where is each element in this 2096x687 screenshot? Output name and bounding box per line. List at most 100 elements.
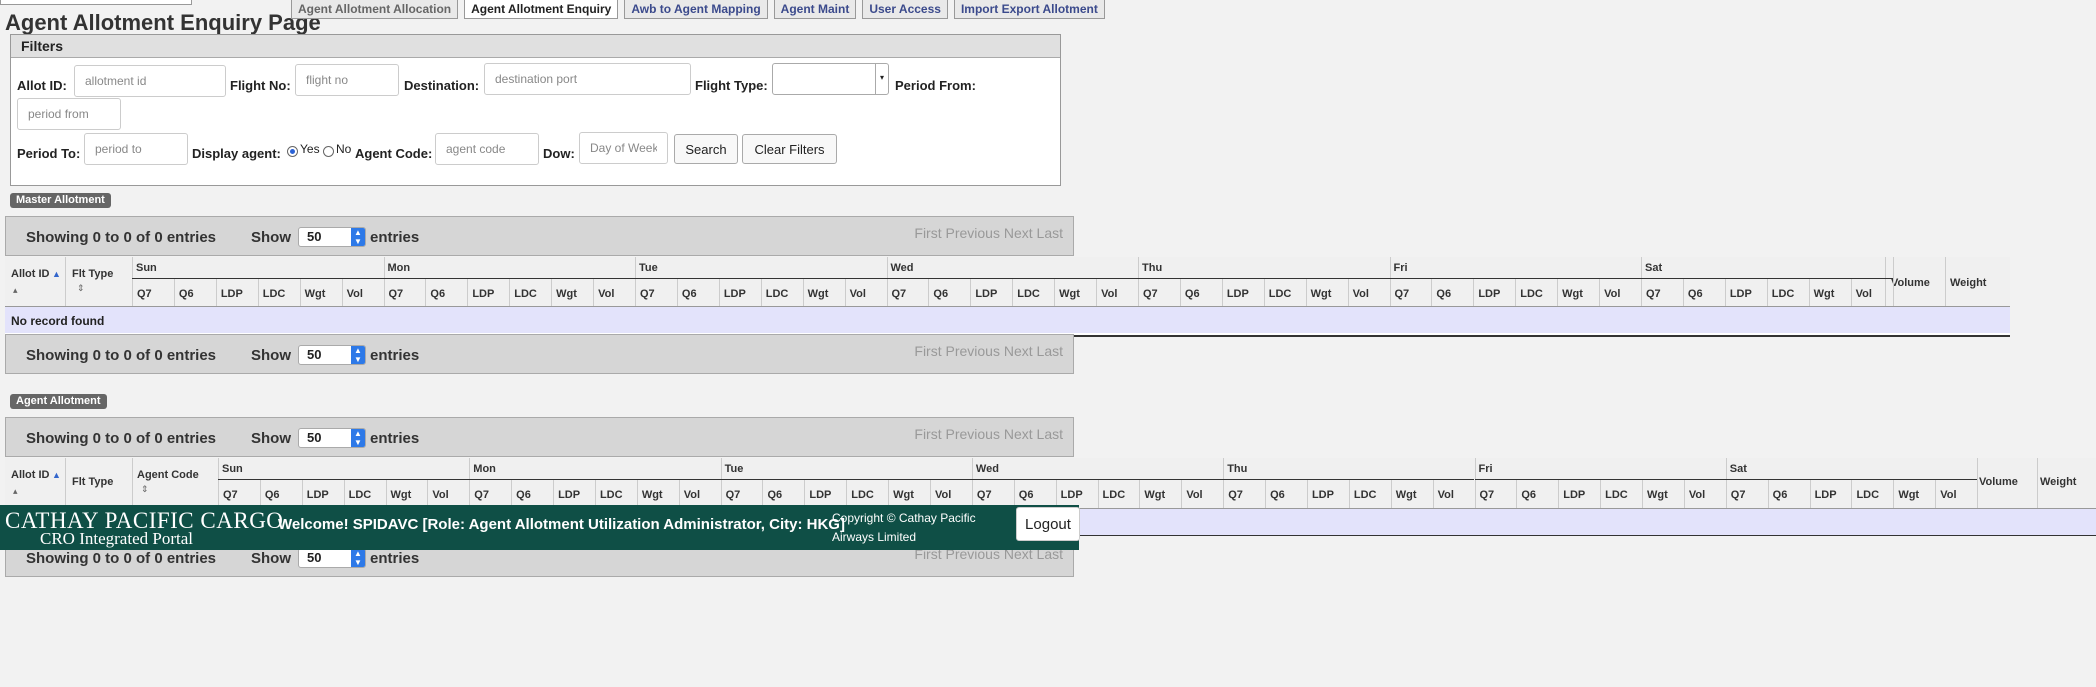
subcol-q6[interactable]: Q6: [933, 288, 948, 300]
subcol-vol[interactable]: Vol: [1438, 489, 1454, 501]
col-volume[interactable]: Volume: [1979, 476, 2018, 488]
subcol-q7[interactable]: Q7: [1731, 489, 1746, 501]
period-from-input[interactable]: [17, 98, 121, 130]
subcol-q6[interactable]: Q6: [682, 288, 697, 300]
subcol-q6[interactable]: Q6: [1019, 489, 1034, 501]
col-weight[interactable]: Weight: [2040, 476, 2076, 488]
dow-input[interactable]: [579, 132, 668, 164]
subcol-wgt[interactable]: Wgt: [1144, 489, 1165, 501]
tab-agent-maint[interactable]: Agent Maint: [773, 0, 857, 19]
subcol-wgt[interactable]: Wgt: [1396, 489, 1417, 501]
destination-input[interactable]: [484, 63, 691, 95]
subcol-ldp[interactable]: LDP: [472, 288, 494, 300]
subcol-wgt[interactable]: Wgt: [893, 489, 914, 501]
flight-type-select[interactable]: ▾: [772, 63, 889, 95]
subcol-q7[interactable]: Q7: [977, 489, 992, 501]
tab-awb-to-agent-mapping[interactable]: Awb to Agent Mapping: [624, 0, 768, 19]
subcol-ldp[interactable]: LDP: [1563, 489, 1585, 501]
subcol-q6[interactable]: Q6: [179, 288, 194, 300]
master-pager-bottom[interactable]: First Previous Next Last: [914, 343, 1063, 359]
subcol-vol[interactable]: Vol: [1186, 489, 1202, 501]
subcol-vol[interactable]: Vol: [347, 288, 363, 300]
subcol-q7[interactable]: Q7: [1143, 288, 1158, 300]
subcol-q6[interactable]: Q6: [1270, 489, 1285, 501]
logout-button[interactable]: Logout: [1016, 507, 1080, 541]
subcol-q6[interactable]: Q6: [265, 489, 280, 501]
subcol-ldc[interactable]: LDC: [1354, 489, 1377, 501]
subcol-ldp[interactable]: LDP: [1227, 288, 1249, 300]
subcol-wgt[interactable]: Wgt: [556, 288, 577, 300]
subcol-ldc[interactable]: LDC: [1520, 288, 1543, 300]
tab-import-export-allotment[interactable]: Import Export Allotment: [953, 0, 1105, 19]
subcol-ldp[interactable]: LDP: [1815, 489, 1837, 501]
subcol-ldc[interactable]: LDC: [600, 489, 623, 501]
col-allot-id[interactable]: Allot ID: [11, 469, 50, 481]
subcol-ldp[interactable]: LDP: [975, 288, 997, 300]
subcol-ldc[interactable]: LDC: [851, 489, 874, 501]
subcol-vol[interactable]: Vol: [684, 489, 700, 501]
subcol-vol[interactable]: Vol: [1353, 288, 1369, 300]
subcol-q7[interactable]: Q7: [640, 288, 655, 300]
col-agent-code[interactable]: Agent Code: [137, 469, 199, 481]
subcol-ldc[interactable]: LDC: [1605, 489, 1628, 501]
tab-user-access[interactable]: User Access: [862, 0, 948, 19]
subcol-q6[interactable]: Q6: [1185, 288, 1200, 300]
subcol-ldp[interactable]: LDP: [558, 489, 580, 501]
tab-agent-allotment-enquiry[interactable]: Agent Allotment Enquiry: [464, 0, 619, 19]
subcol-ldp[interactable]: LDP: [221, 288, 243, 300]
tab-agent-allotment-allocation[interactable]: Agent Allotment Allocation: [291, 0, 459, 19]
col-volume[interactable]: Volume: [1891, 277, 1930, 289]
search-button[interactable]: Search: [674, 134, 738, 164]
subcol-ldp[interactable]: LDP: [724, 288, 746, 300]
subcol-wgt[interactable]: Wgt: [1814, 288, 1835, 300]
subcol-ldp[interactable]: LDP: [307, 489, 329, 501]
subcol-ldp[interactable]: LDP: [1478, 288, 1500, 300]
subcol-wgt[interactable]: Wgt: [1059, 288, 1080, 300]
subcol-wgt[interactable]: Wgt: [391, 489, 412, 501]
subcol-q6[interactable]: Q6: [1773, 489, 1788, 501]
subcol-q6[interactable]: Q6: [1436, 288, 1451, 300]
subcol-ldp[interactable]: LDP: [1312, 489, 1334, 501]
subcol-q6[interactable]: Q6: [767, 489, 782, 501]
subcol-vol[interactable]: Vol: [1940, 489, 1956, 501]
subcol-q6[interactable]: Q6: [1521, 489, 1536, 501]
subcol-wgt[interactable]: Wgt: [642, 489, 663, 501]
subcol-wgt[interactable]: Wgt: [305, 288, 326, 300]
agent-code-input[interactable]: [435, 133, 539, 165]
master-page-length-select-top[interactable]: 50 ▲ ▼: [298, 227, 366, 247]
subcol-wgt[interactable]: Wgt: [1311, 288, 1332, 300]
subcol-wgt[interactable]: Wgt: [1562, 288, 1583, 300]
subcol-q7[interactable]: Q7: [1646, 288, 1661, 300]
subcol-ldc[interactable]: LDC: [1856, 489, 1879, 501]
subcol-q7[interactable]: Q7: [1395, 288, 1410, 300]
subcol-ldc[interactable]: LDC: [1269, 288, 1292, 300]
subcol-ldp[interactable]: LDP: [1730, 288, 1752, 300]
subcol-ldc[interactable]: LDC: [514, 288, 537, 300]
agent-page-length-select-bottom[interactable]: 50 ▲ ▼: [298, 548, 366, 568]
subcol-wgt[interactable]: Wgt: [1898, 489, 1919, 501]
agent-page-length-select-top[interactable]: 50 ▲ ▼: [298, 428, 366, 448]
subcol-vol[interactable]: Vol: [1101, 288, 1117, 300]
master-pager-top[interactable]: First Previous Next Last: [914, 225, 1063, 241]
master-page-length-select-bottom[interactable]: 50 ▲ ▼: [298, 345, 366, 365]
subcol-q7[interactable]: Q7: [474, 489, 489, 501]
subcol-q6[interactable]: Q6: [516, 489, 531, 501]
subcol-q7[interactable]: Q7: [726, 489, 741, 501]
col-allot-id[interactable]: Allot ID: [11, 268, 50, 280]
subcol-ldc[interactable]: LDC: [1772, 288, 1795, 300]
flight-no-input[interactable]: [295, 64, 399, 96]
subcol-ldc[interactable]: LDC: [349, 489, 372, 501]
subcol-q6[interactable]: Q6: [1688, 288, 1703, 300]
subcol-vol[interactable]: Vol: [1856, 288, 1872, 300]
display-agent-no-radio[interactable]: [323, 146, 334, 157]
subcol-vol[interactable]: Vol: [935, 489, 951, 501]
period-to-input[interactable]: [84, 133, 188, 165]
col-flt-type[interactable]: Flt Type: [72, 268, 113, 280]
subcol-q7[interactable]: Q7: [892, 288, 907, 300]
subcol-ldc[interactable]: LDC: [766, 288, 789, 300]
col-flt-type[interactable]: Flt Type: [72, 476, 113, 488]
subcol-wgt[interactable]: Wgt: [808, 288, 829, 300]
subcol-ldp[interactable]: LDP: [1061, 489, 1083, 501]
allot-id-input[interactable]: [74, 65, 226, 97]
subcol-ldp[interactable]: LDP: [809, 489, 831, 501]
